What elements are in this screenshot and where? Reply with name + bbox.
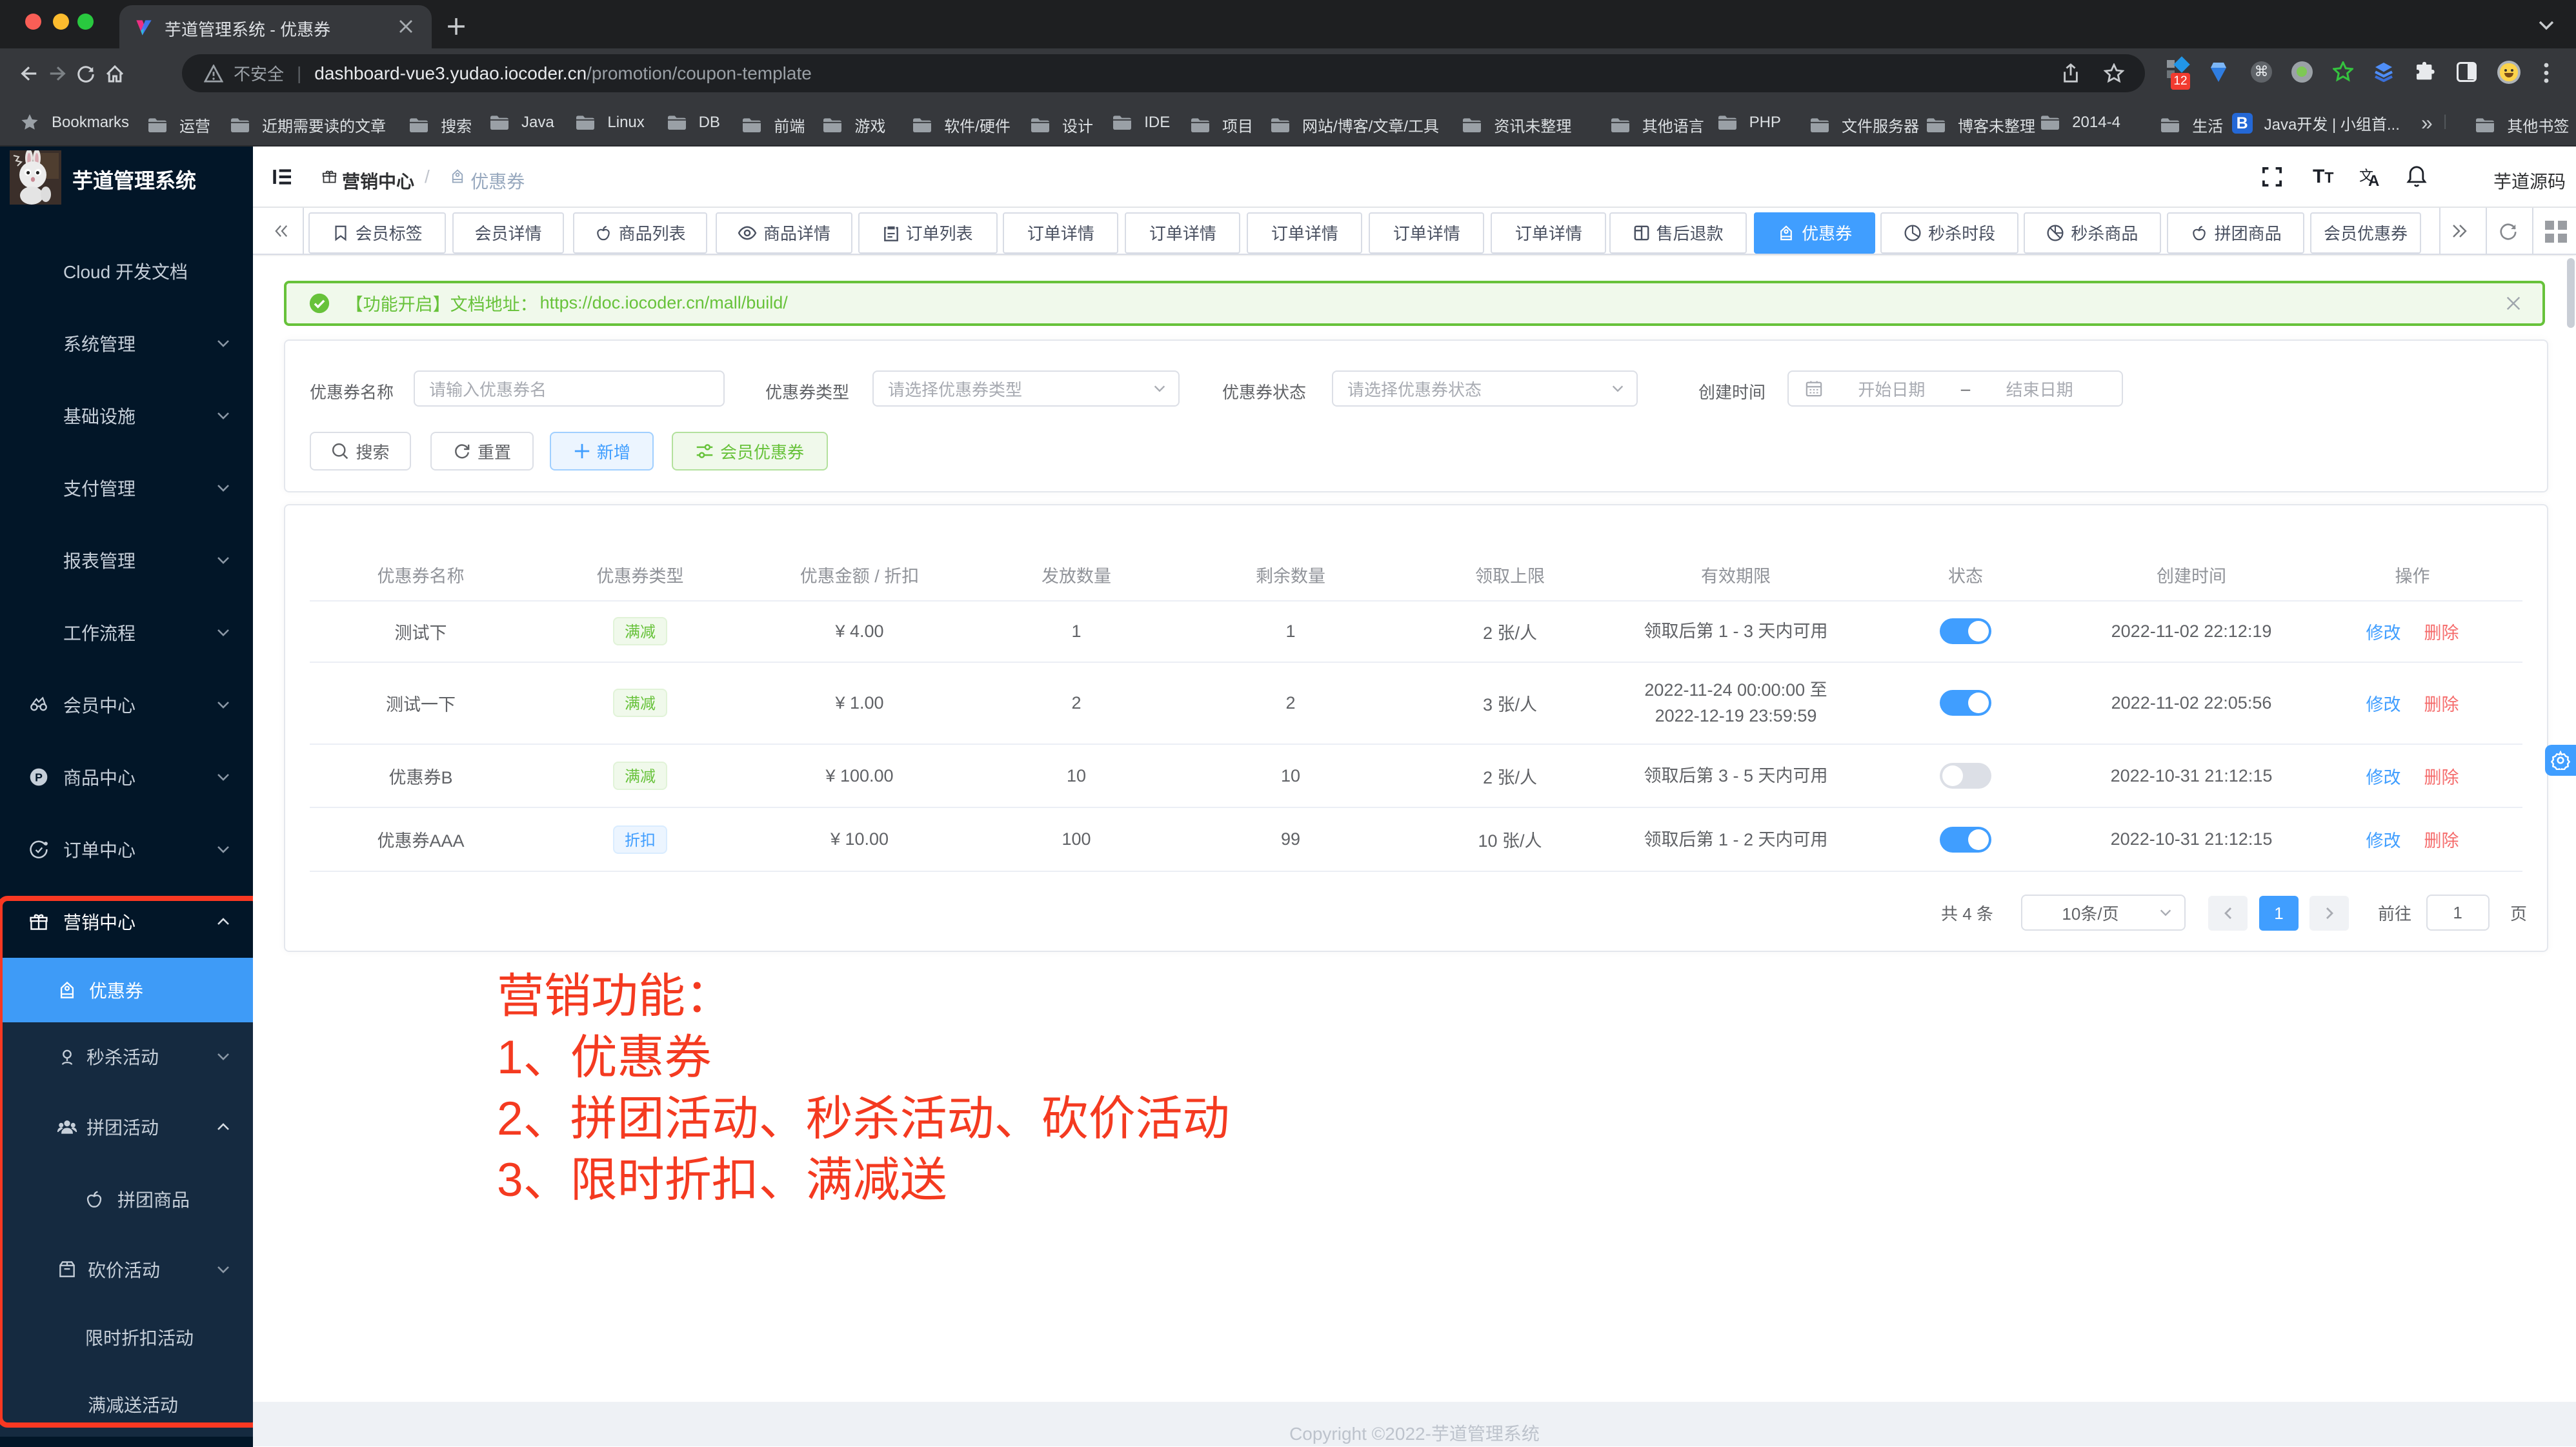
svg-text:P: P — [35, 771, 43, 784]
